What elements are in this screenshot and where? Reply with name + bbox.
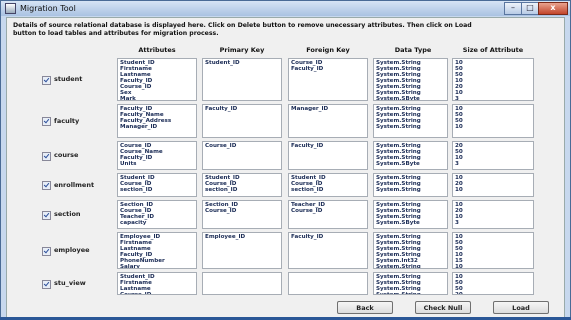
data-type-listbox-stu_view[interactable]: System.String System.String System.Strin…: [373, 272, 448, 295]
header-attributes: Attributes: [138, 46, 176, 54]
size-listbox-course[interactable]: 20 50 10 3: [452, 141, 534, 170]
primary-key-listbox-enrollment[interactable]: Student_ID Course_ID section_ID: [202, 173, 282, 197]
instructions-text: Details of source relational database is…: [13, 22, 472, 37]
data-type-listbox-section[interactable]: System.String System.String System.Strin…: [373, 200, 448, 229]
table-name-stu_view: stu_view: [54, 279, 86, 287]
table-name-student: student: [54, 75, 83, 83]
foreign-key-listbox-student[interactable]: Course_ID Faculty_ID: [288, 58, 368, 101]
table-name-section: section: [54, 210, 81, 218]
data-type-listbox-faculty[interactable]: System.String System.String System.Strin…: [373, 104, 448, 138]
title-bar[interactable]: Migration Tool – □ x: [1, 1, 570, 16]
primary-key-listbox-employee[interactable]: Employee_ID: [202, 232, 282, 269]
attributes-listbox-student[interactable]: Student_ID Firstname Lastname Faculty_ID…: [117, 58, 197, 101]
foreign-key-listbox-employee[interactable]: Faculty_ID: [288, 232, 368, 269]
header-size: Size of Attribute: [462, 46, 524, 54]
attributes-listbox-stu_view[interactable]: Student_ID Firstname Lastname Course_ID: [117, 272, 197, 295]
table-checkbox-faculty[interactable]: [42, 117, 51, 126]
minimize-button[interactable]: –: [504, 2, 522, 15]
size-listbox-stu_view[interactable]: 10 50 50 20: [452, 272, 534, 295]
size-listbox-enrollment[interactable]: 10 20 10: [452, 173, 534, 197]
check-null-button[interactable]: Check Null: [415, 301, 471, 314]
header-foreign-key: Foreign Key: [306, 46, 350, 54]
app-icon: [5, 3, 16, 14]
primary-key-listbox-faculty[interactable]: Faculty_ID: [202, 104, 282, 138]
back-button[interactable]: Back: [337, 301, 393, 314]
table-checkbox-enrollment[interactable]: [42, 181, 51, 190]
data-type-listbox-enrollment[interactable]: System.String System.String System.Strin…: [373, 173, 448, 197]
foreign-key-listbox-section[interactable]: Teacher_ID Course_ID: [288, 200, 368, 229]
table-name-faculty: faculty: [54, 116, 80, 125]
data-type-listbox-course[interactable]: System.String System.String System.Strin…: [373, 141, 448, 170]
data-type-listbox-employee[interactable]: System.String System.String System.Strin…: [373, 232, 448, 269]
table-checkbox-student[interactable]: [42, 75, 51, 85]
header-data-type: Data Type: [394, 46, 432, 54]
header-primary-key: Primary Key: [219, 46, 265, 54]
table-checkbox-employee[interactable]: [42, 246, 51, 256]
data-type-listbox-student[interactable]: System.String System.String System.Strin…: [373, 58, 448, 101]
table-name-enrollment: enrollment: [54, 180, 95, 189]
table-checkbox-stu_view[interactable]: [42, 279, 51, 289]
foreign-key-listbox-enrollment[interactable]: Student_ID Course_ID section_ID: [288, 173, 368, 197]
attributes-listbox-section[interactable]: Section_ID Course_ID Teacher_ID capacity: [117, 200, 197, 229]
size-listbox-faculty[interactable]: 10 50 50 10: [452, 104, 534, 138]
close-button[interactable]: x: [538, 2, 568, 15]
attributes-listbox-faculty[interactable]: Faculty_ID Faculty_Name Faculty_Address …: [117, 104, 197, 138]
table-checkbox-course[interactable]: [42, 151, 51, 161]
table-checkbox-section[interactable]: [42, 210, 51, 220]
migration-tool-window: Migration Tool – □ x Details of source r…: [0, 0, 571, 320]
load-button[interactable]: Load: [493, 301, 549, 314]
table-name-course: course: [54, 151, 79, 159]
size-listbox-employee[interactable]: 10 50 50 10 15 10: [452, 232, 534, 269]
foreign-key-listbox-stu_view[interactable]: [288, 272, 368, 295]
attributes-listbox-employee[interactable]: Employee_ID Firstname Lastname Faculty_I…: [117, 232, 197, 269]
primary-key-listbox-section[interactable]: Section_ID Course_ID: [202, 200, 282, 229]
window-title: Migration Tool: [20, 4, 76, 13]
size-listbox-section[interactable]: 10 20 10 3: [452, 200, 534, 229]
primary-key-listbox-course[interactable]: Course_ID: [202, 141, 282, 170]
foreign-key-listbox-faculty[interactable]: Manager_ID: [288, 104, 368, 138]
attributes-listbox-course[interactable]: Course_ID Course_Name Faculty_ID Units: [117, 141, 197, 170]
maximize-button[interactable]: □: [521, 2, 539, 15]
size-listbox-student[interactable]: 10 50 50 10 20 10 3: [452, 58, 534, 101]
attributes-listbox-enrollment[interactable]: Student_ID Course_ID section_ID: [117, 173, 197, 197]
primary-key-listbox-student[interactable]: Student_ID: [202, 58, 282, 101]
primary-key-listbox-stu_view[interactable]: [202, 272, 282, 295]
table-name-employee: employee: [54, 246, 90, 254]
client-area: Details of source relational database is…: [6, 17, 565, 319]
foreign-key-listbox-course[interactable]: Faculty_ID: [288, 141, 368, 170]
